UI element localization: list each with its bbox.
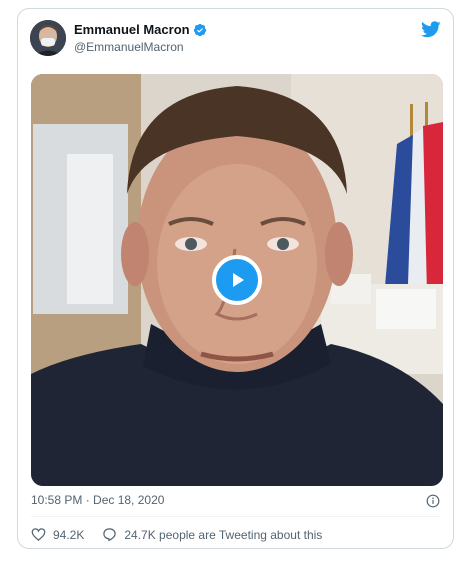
play-icon: [233, 273, 244, 287]
tweeting-count-text: 24.7K people are Tweeting about this: [124, 527, 323, 542]
verified-badge-icon: [193, 23, 206, 36]
tweet-actions: 94.2K 24.7K people are Tweeting about th…: [31, 527, 340, 542]
tweet-timestamp[interactable]: 10:58 PM · Dec 18, 2020: [31, 493, 164, 507]
like-count: 94.2K: [53, 527, 85, 542]
speech-bubble-icon: [103, 528, 117, 542]
embedded-tweet-card[interactable]: Emmanuel Macron @EmmanuelMacron 10:58 PM…: [17, 8, 454, 549]
author-handle[interactable]: @EmmanuelMacron: [74, 40, 184, 54]
video-player[interactable]: [31, 74, 443, 486]
like-action[interactable]: 94.2K: [31, 527, 84, 542]
author-name-row[interactable]: Emmanuel Macron: [74, 22, 207, 37]
info-icon[interactable]: [426, 494, 440, 508]
twitter-bird-icon[interactable]: [421, 21, 441, 38]
heart-icon: [31, 528, 46, 541]
play-button[interactable]: [212, 255, 262, 305]
author-name[interactable]: Emmanuel Macron: [74, 22, 190, 37]
divider: [31, 516, 440, 517]
tweeting-about-action[interactable]: 24.7K people are Tweeting about this: [102, 527, 322, 542]
avatar[interactable]: [30, 20, 66, 56]
